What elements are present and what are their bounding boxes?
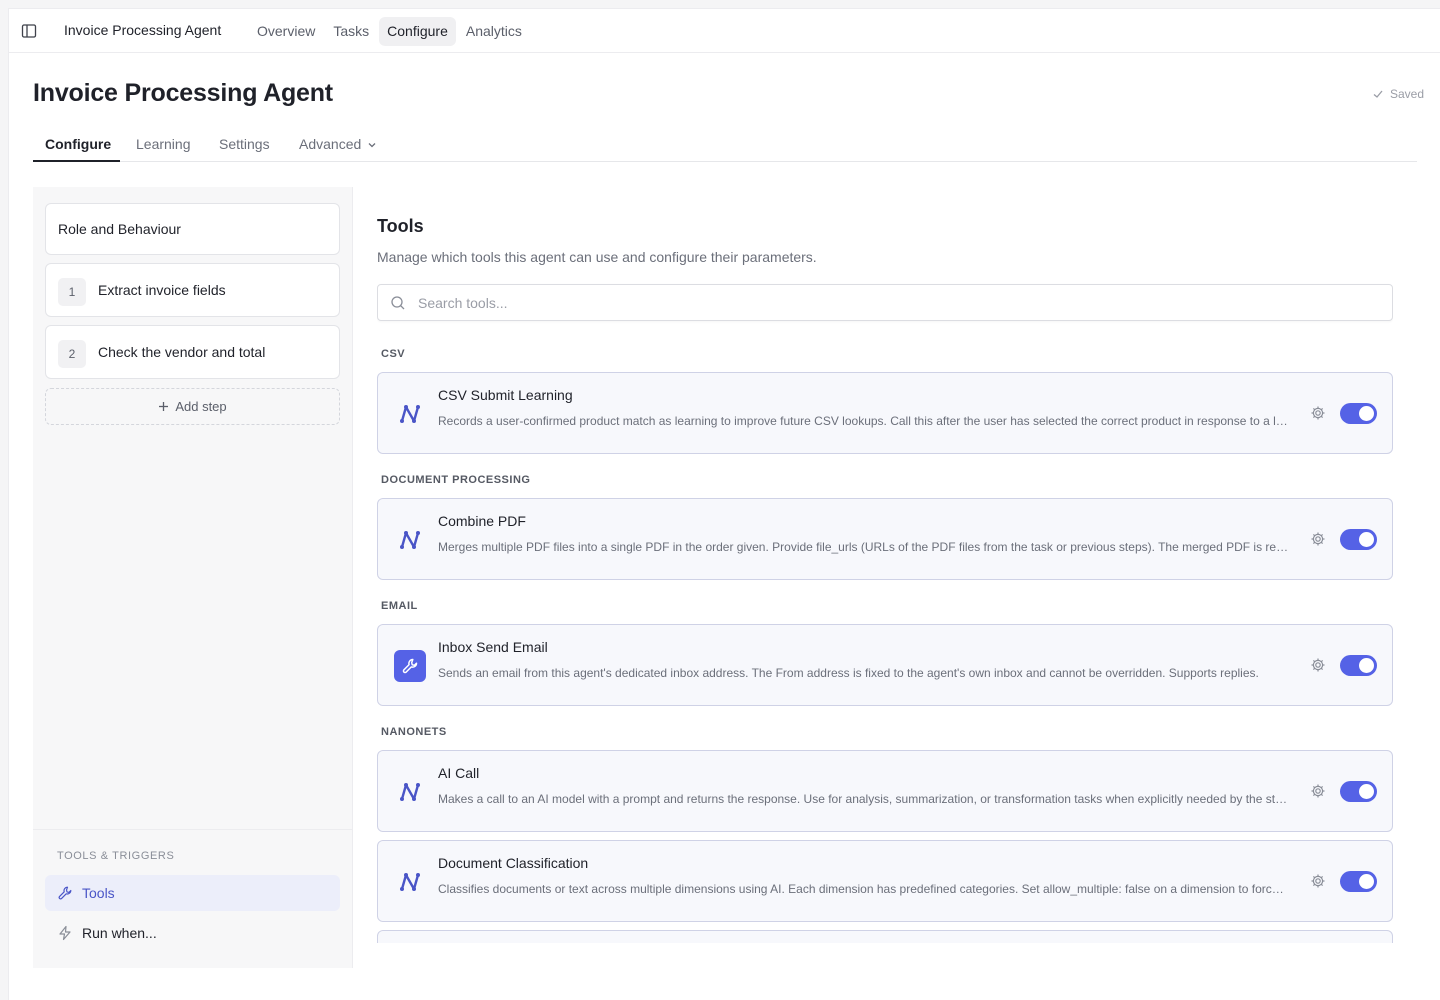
step-number: 1 (58, 278, 86, 306)
plus-icon (159, 402, 169, 411)
group-label-csv: CSV (381, 348, 406, 360)
tools-nav-label: Tools (82, 885, 115, 901)
tool-description: Classifies documents or text across mult… (438, 882, 1290, 896)
tools-panel: Tools Manage which tools this agent can … (377, 187, 1393, 943)
page-title: Invoice Processing Agent (33, 79, 333, 107)
toggle-knob (1359, 874, 1374, 889)
tool-name: Combine PDF (438, 513, 526, 529)
nav-tasks[interactable]: Tasks (325, 17, 377, 46)
step-number: 2 (58, 340, 86, 368)
sidebar-toggle-icon[interactable] (21, 23, 37, 39)
gear-icon[interactable] (1310, 783, 1326, 799)
tool-description: Records a user-confirmed product match a… (438, 414, 1290, 428)
group-label-email: EMAIL (381, 600, 418, 612)
nanonets-logo-icon (394, 776, 426, 808)
tool-card-inbox-send-email[interactable]: Inbox Send Email Sends an email from thi… (377, 624, 1393, 706)
tool-enabled-toggle[interactable] (1340, 655, 1377, 676)
nav-configure[interactable]: Configure (379, 17, 456, 46)
chevron-down-icon (368, 143, 376, 148)
gear-icon[interactable] (1310, 873, 1326, 889)
tool-card-csv-submit-learning[interactable]: CSV Submit Learning Records a user-confi… (377, 372, 1393, 454)
tool-description: Merges multiple PDF files into a single … (438, 540, 1290, 554)
tool-card-combine-pdf[interactable]: Combine PDF Merges multiple PDF files in… (377, 498, 1393, 580)
tools-triggers-section: TOOLS & TRIGGERS Tools Run when... (33, 829, 352, 968)
tool-description: Sends an email from this agent's dedicat… (438, 666, 1259, 680)
tool-enabled-toggle[interactable] (1340, 403, 1377, 424)
app-window: Invoice Processing Agent Overview Tasks … (8, 8, 1440, 1000)
add-step-button[interactable]: Add step (45, 388, 340, 425)
tool-card-ai-call[interactable]: AI Call Makes a call to an AI model with… (377, 750, 1393, 832)
toggle-knob (1359, 532, 1374, 547)
role-behaviour-card[interactable]: Role and Behaviour (45, 203, 340, 255)
step-card-2[interactable]: 2 Check the vendor and total (45, 325, 340, 379)
tools-subtitle: Manage which tools this agent can use an… (377, 249, 817, 265)
run-when-nav-item[interactable]: Run when... (45, 915, 340, 951)
lightning-icon (59, 925, 71, 941)
step-label: Extract invoice fields (98, 282, 226, 298)
tool-name: AI Call (438, 765, 480, 781)
tools-search (377, 284, 1393, 321)
toggle-knob (1359, 406, 1374, 421)
gear-icon[interactable] (1310, 405, 1326, 421)
nanonets-logo-icon (394, 866, 426, 898)
gear-icon[interactable] (1310, 531, 1326, 547)
tab-settings[interactable]: Settings (219, 136, 270, 162)
save-status-label: Saved (1389, 87, 1424, 101)
run-when-label: Run when... (82, 925, 157, 941)
tool-name: Document Classification (438, 855, 589, 871)
tool-name: Inbox Send Email (438, 639, 548, 655)
tool-name: CSV Submit Learning (438, 387, 573, 403)
tool-enabled-toggle[interactable] (1340, 529, 1377, 550)
tab-advanced[interactable]: Advanced (299, 136, 377, 162)
tab-learning[interactable]: Learning (136, 136, 191, 162)
toggle-knob (1359, 658, 1374, 673)
check-icon (1373, 90, 1383, 98)
group-label-document-processing: DOCUMENT PROCESSING (381, 474, 531, 486)
tab-configure[interactable]: Configure (45, 136, 111, 162)
steps-panel: Role and Behaviour 1 Extract invoice fie… (33, 187, 353, 968)
nanonets-logo-icon (394, 398, 426, 430)
top-nav: Overview Tasks Configure Analytics (249, 17, 530, 46)
group-label-nanonets: NANONETS (381, 726, 447, 738)
tool-description: Makes a call to an AI model with a promp… (438, 792, 1290, 806)
tools-triggers-heading: TOOLS & TRIGGERS (57, 850, 175, 862)
tool-enabled-toggle[interactable] (1340, 781, 1377, 802)
tool-card-partial[interactable] (377, 930, 1393, 943)
add-step-label: Add step (175, 399, 227, 414)
save-status: Saved (1372, 87, 1424, 101)
tool-enabled-toggle[interactable] (1340, 871, 1377, 892)
tools-title: Tools (377, 216, 424, 236)
top-bar: Invoice Processing Agent Overview Tasks … (9, 9, 1440, 53)
gear-icon[interactable] (1310, 657, 1326, 673)
search-icon (391, 296, 405, 310)
config-tabs: Configure Learning Settings Advanced (33, 133, 1417, 162)
step-card-1[interactable]: 1 Extract invoice fields (45, 263, 340, 317)
wrench-icon (394, 650, 426, 682)
step-label: Check the vendor and total (98, 344, 266, 360)
search-input[interactable] (418, 285, 1378, 320)
app-title: Invoice Processing Agent (64, 22, 222, 38)
nav-analytics[interactable]: Analytics (458, 17, 530, 46)
nav-overview[interactable]: Overview (249, 17, 323, 46)
role-behaviour-label: Role and Behaviour (58, 221, 181, 237)
tools-nav-item[interactable]: Tools (45, 875, 340, 911)
toggle-knob (1359, 784, 1374, 799)
nanonets-logo-icon (394, 524, 426, 556)
wrench-icon (58, 886, 72, 900)
active-tab-indicator (33, 160, 120, 162)
tool-card-document-classification[interactable]: Document Classification Classifies docum… (377, 840, 1393, 922)
tab-advanced-label: Advanced (299, 136, 362, 152)
